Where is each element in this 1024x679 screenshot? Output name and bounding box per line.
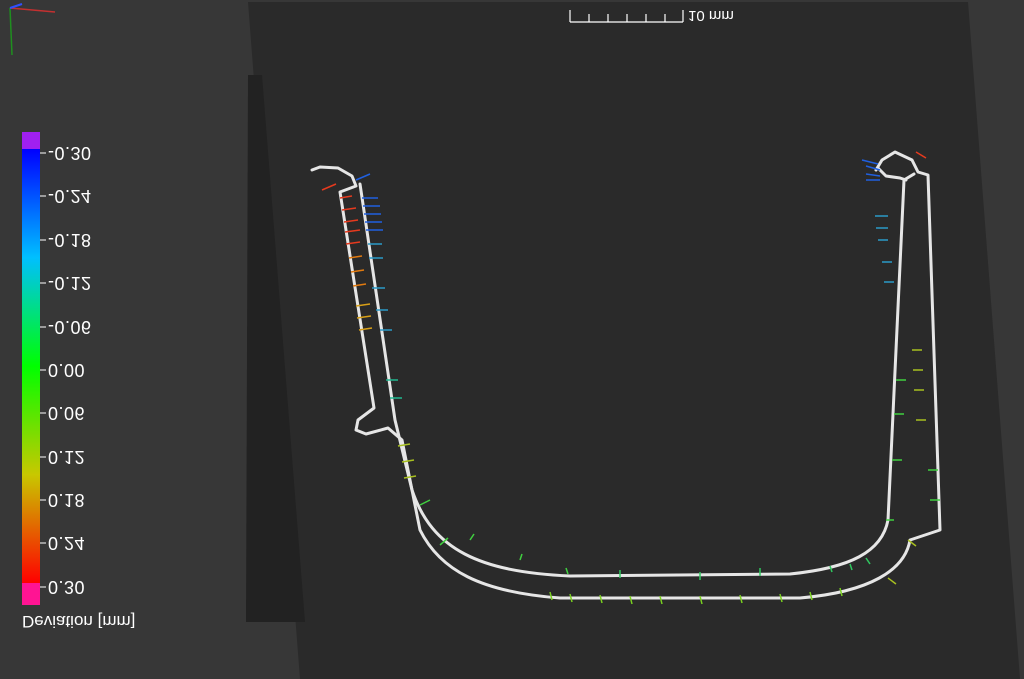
legend-tick-label: 0.24	[48, 533, 86, 553]
scale-bar-label: 10 mm	[688, 7, 734, 24]
color-bar-gradient	[22, 149, 40, 583]
legend-tick-label: -0.06	[48, 317, 92, 337]
legend-tick-label: 0.18	[48, 490, 86, 510]
legend-tick-label: 0.12	[48, 447, 86, 467]
deviation-legend: -0.30 -0.24 -0.18 -0.12 -0.06 0.00 0.06 …	[0, 0, 240, 679]
legend-tick-label: 0.30	[48, 577, 86, 597]
legend-tick-label: -0.12	[48, 273, 92, 293]
legend-caption: Deviation [mm]	[22, 612, 136, 631]
legend-tick-label: -0.18	[48, 230, 92, 250]
color-bar-below-min	[22, 132, 40, 149]
legend-tick-label: 0.00	[48, 360, 86, 380]
color-bar-above-max	[22, 583, 40, 605]
legend-tick-label: 0.06	[48, 403, 86, 423]
legend-tick-label: -0.24	[48, 186, 92, 206]
legend-tick-label: -0.30	[48, 143, 92, 163]
